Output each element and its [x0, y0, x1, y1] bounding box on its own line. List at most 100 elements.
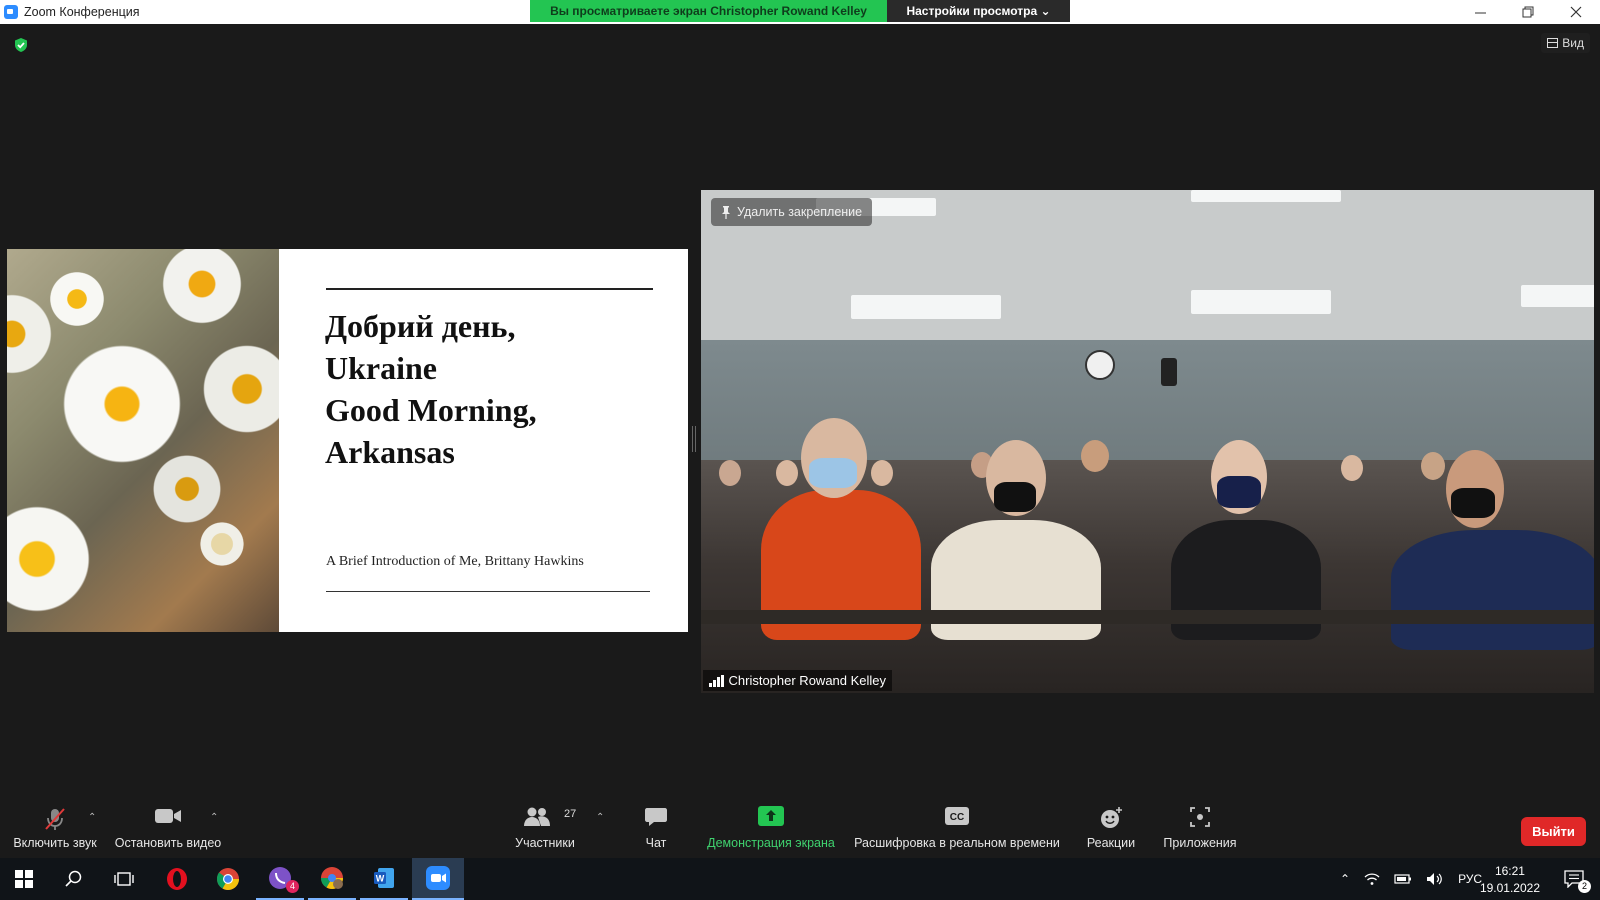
smiley-reaction-icon	[1101, 807, 1122, 828]
apps-label: Приложения	[1163, 836, 1237, 850]
slide-subtitle: A Brief Introduction of Me, Brittany Haw…	[326, 554, 584, 569]
stop-video-button[interactable]: Остановить видео	[112, 798, 224, 858]
leave-button[interactable]: Выйти	[1521, 817, 1586, 846]
viber-taskbar-button[interactable]: 4	[256, 858, 304, 900]
participant-name: Christopher Rowand Kelley	[728, 673, 887, 688]
participant-video[interactable]: Удалить закрепление Christopher Rowand K…	[701, 190, 1594, 693]
stop-video-label: Остановить видео	[114, 836, 222, 850]
heading-line: Good Morning,	[325, 392, 537, 428]
grid-icon	[1547, 38, 1559, 48]
close-icon	[1570, 6, 1582, 18]
microphone-muted-icon	[45, 808, 65, 830]
view-settings-button[interactable]: Настройки просмотра ⌄	[887, 0, 1070, 22]
participants-label: Участники	[515, 836, 575, 850]
apps-icon	[1190, 807, 1210, 827]
notifications-count-badge: 2	[1578, 880, 1591, 893]
reactions-label: Реакции	[1086, 836, 1136, 850]
share-screen-label: Демонстрация экрана	[707, 836, 835, 850]
wall-clock	[1085, 350, 1115, 380]
system-tray: ⌃ РУС	[1340, 858, 1482, 900]
chat-button[interactable]: Чат	[630, 798, 682, 858]
restore-button[interactable]	[1504, 0, 1552, 24]
task-view-button[interactable]	[100, 858, 148, 900]
minimize-button[interactable]	[1456, 0, 1504, 24]
start-button[interactable]	[0, 858, 48, 900]
meeting-toolbar: Включить звук ⌃ Остановить видео ⌃ 27 Уч…	[0, 798, 1600, 858]
heading-line: Добрий день,	[325, 308, 516, 344]
window-controls	[1456, 0, 1600, 24]
viewing-screen-label: Вы просматриваете экран Christopher Rowa…	[530, 0, 887, 22]
share-screen-button[interactable]: Демонстрация экрана	[700, 798, 842, 858]
audio-options-caret-icon[interactable]: ⌃	[88, 812, 96, 823]
signal-bars-icon	[709, 674, 724, 687]
video-camera-icon	[155, 809, 181, 823]
unmute-button[interactable]: Включить звук	[10, 798, 100, 858]
chrome-profile-taskbar-button[interactable]	[308, 858, 356, 900]
daisy-image	[7, 249, 279, 632]
participant-name-tag: Christopher Rowand Kelley	[703, 670, 893, 691]
participants-icon	[524, 807, 550, 826]
restore-icon	[1522, 6, 1534, 18]
viber-notification-badge: 4	[286, 880, 299, 893]
clock-time: 16:21	[1494, 864, 1525, 878]
show-hidden-icons-chevron-icon[interactable]: ⌃	[1340, 872, 1350, 886]
close-button[interactable]	[1552, 0, 1600, 24]
video-options-caret-icon[interactable]: ⌃	[210, 812, 218, 823]
live-transcript-label: Расшифровка в реальном времени	[854, 836, 1060, 850]
zoom-icon	[426, 866, 450, 890]
opera-icon	[167, 868, 187, 890]
opera-taskbar-button[interactable]	[153, 858, 201, 900]
minimize-icon	[1474, 12, 1486, 13]
zoom-taskbar-button[interactable]	[412, 858, 464, 900]
zoom-app-icon	[4, 5, 18, 19]
shield-check-icon[interactable]	[13, 37, 29, 53]
participants-count: 27	[564, 808, 577, 820]
window-title: Zoom Конференция	[24, 5, 140, 19]
heading-line: Arkansas	[325, 434, 455, 470]
chat-label: Чат	[645, 836, 667, 850]
chat-bubble-icon	[645, 808, 667, 826]
unmute-label: Включить звук	[13, 836, 97, 850]
shared-screen-slide: Добрий день, Ukraine Good Morning, Arkan…	[7, 249, 688, 632]
pin-icon	[722, 205, 730, 219]
participants-button[interactable]: 27 Участники	[505, 798, 585, 858]
volume-icon[interactable]	[1426, 872, 1444, 886]
task-view-icon	[114, 872, 134, 886]
unpin-button[interactable]: Удалить закрепление	[711, 198, 873, 226]
share-screen-icon	[758, 806, 784, 826]
view-label: Вид	[1562, 36, 1584, 50]
participants-caret-icon[interactable]: ⌃	[596, 812, 604, 823]
share-banner: Вы просматриваете экран Christopher Rowa…	[530, 0, 1070, 22]
search-icon	[65, 870, 82, 887]
taskbar-search-button[interactable]	[50, 858, 98, 900]
chevron-down-icon: ⌄	[1040, 4, 1051, 18]
taskbar-clock[interactable]: 16:21 19.01.2022	[1480, 863, 1540, 897]
heading-line: Ukraine	[325, 350, 437, 386]
wifi-icon[interactable]	[1364, 872, 1380, 886]
slide-heading: Добрий день, Ukraine Good Morning, Arkan…	[325, 305, 665, 473]
title-bar: Zoom Конференция Вы просматриваете экран…	[0, 0, 1600, 24]
svg-text:CC: CC	[950, 812, 964, 823]
word-icon: W	[374, 868, 394, 888]
clock-date: 19.01.2022	[1479, 881, 1540, 895]
battery-icon[interactable]	[1394, 873, 1412, 885]
apps-button[interactable]: Приложения	[1158, 798, 1242, 858]
svg-text:W: W	[376, 874, 385, 884]
view-button[interactable]: Вид	[1541, 33, 1590, 53]
chrome-profile-icon	[321, 867, 343, 889]
wall-speaker	[1161, 358, 1177, 386]
chrome-icon	[216, 868, 239, 890]
unpin-label: Удалить закрепление	[737, 205, 863, 219]
windows-logo-icon	[15, 870, 33, 888]
input-language-indicator[interactable]: РУС	[1458, 872, 1482, 886]
closed-captions-icon: CC	[945, 807, 969, 825]
word-taskbar-button[interactable]: W	[360, 858, 408, 900]
desk	[701, 610, 1594, 624]
live-transcript-button[interactable]: CC Расшифровка в реальном времени	[850, 798, 1064, 858]
notifications-button[interactable]: 2	[1554, 858, 1594, 900]
view-settings-label: Настройки просмотра	[906, 4, 1038, 18]
slide-top-rule	[326, 288, 653, 290]
chrome-taskbar-button[interactable]	[204, 858, 252, 900]
reactions-button[interactable]: Реакции	[1080, 798, 1142, 858]
splitter-handle[interactable]	[692, 426, 696, 452]
